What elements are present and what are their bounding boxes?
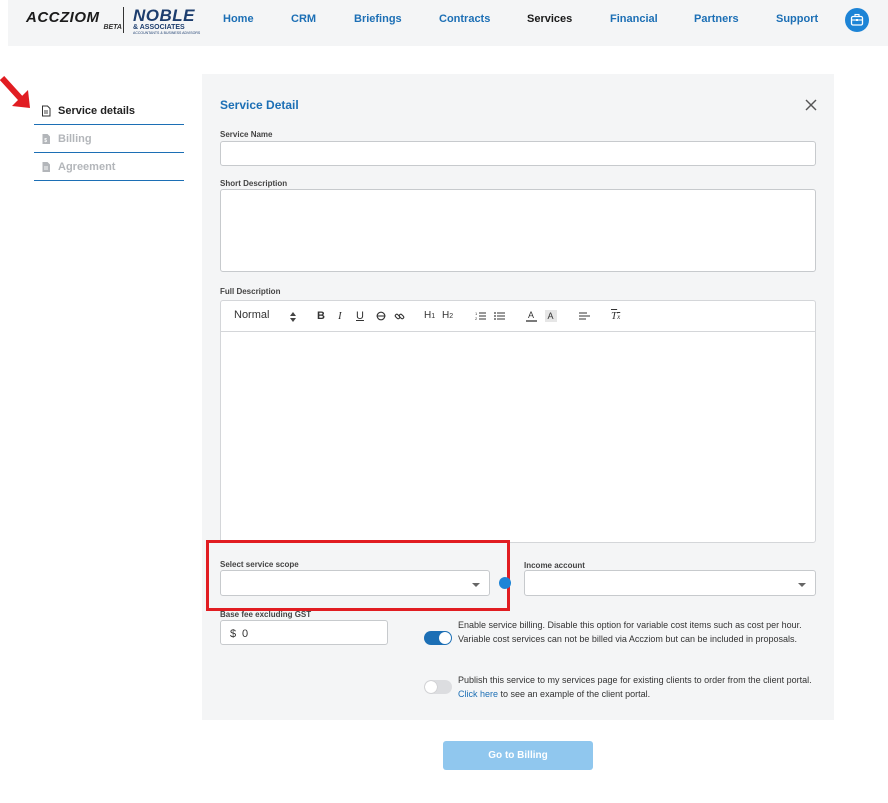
clear-format-button[interactable]: Tx: [611, 310, 620, 322]
step-service-details[interactable]: Service details: [34, 97, 184, 125]
toggle-knob: [425, 681, 437, 693]
nav-contracts[interactable]: Contracts: [439, 13, 490, 25]
currency-prefix: $: [230, 628, 237, 640]
svg-text:A: A: [528, 310, 534, 320]
accziom-logo-text: ACCZIOM: [26, 9, 100, 26]
base-fee-label: Base fee excluding GST: [220, 610, 312, 619]
full-description-label: Full Description: [220, 287, 281, 296]
income-account-label: Income account: [524, 561, 585, 570]
invoice-icon: $: [40, 133, 52, 145]
service-scope-select[interactable]: [220, 570, 490, 596]
style-select-caret-icon: [290, 312, 296, 322]
close-icon[interactable]: [804, 98, 818, 112]
go-to-billing-button[interactable]: Go to Billing: [443, 741, 593, 770]
underline-button[interactable]: U: [356, 310, 364, 322]
nav-support[interactable]: Support: [776, 13, 818, 25]
publish-text-after: to see an example of the client portal.: [500, 688, 651, 699]
billing-toggle-text: Enable service billing. Disable this opt…: [458, 620, 802, 644]
agreement-icon: [40, 161, 52, 173]
billing-toggle[interactable]: [424, 631, 452, 645]
noble-logo-text: NOBLE: [133, 6, 195, 25]
service-detail-card: Service Detail Service Name Short Descri…: [202, 74, 834, 720]
publish-toggle-text: Publish this service to my services page…: [458, 674, 818, 701]
nav-home[interactable]: Home: [223, 13, 254, 25]
account-avatar[interactable]: [845, 8, 869, 32]
full-description-editor[interactable]: [220, 331, 816, 543]
nav-financial[interactable]: Financial: [610, 13, 658, 25]
heading-1-button[interactable]: H1: [424, 310, 435, 321]
accziom-logo[interactable]: ACCZIOM BETA: [26, 9, 122, 31]
chevron-down-icon: [798, 583, 806, 587]
noble-logo-sub: & ASSOCIATES: [133, 24, 185, 31]
noble-logo: NOBLE & ASSOCIATES ACCOUNTANTS & BUSINES…: [133, 7, 213, 35]
bullet-list-icon[interactable]: [494, 311, 505, 321]
short-description-textarea[interactable]: [220, 189, 816, 272]
editor-toolbar: Normal B I U H1 H2 12 A A Tx: [220, 300, 816, 331]
wizard-steps: Service details $ Billing Agreement: [34, 97, 184, 181]
short-description-label: Short Description: [220, 179, 288, 188]
align-icon[interactable]: [579, 311, 590, 321]
italic-button[interactable]: I: [338, 310, 342, 322]
nav-services[interactable]: Services: [527, 13, 572, 25]
base-fee-input[interactable]: $ 0: [220, 620, 388, 645]
page: ACCZIOM BETA NOBLE & ASSOCIATES ACCOUNTA…: [0, 0, 888, 803]
heading-2-button[interactable]: H2: [442, 310, 453, 321]
service-name-input[interactable]: [220, 141, 816, 166]
card-title: Service Detail: [220, 98, 299, 112]
service-scope-label: Select service scope: [220, 560, 299, 569]
service-name-label: Service Name: [220, 130, 273, 139]
toggle-knob: [439, 632, 451, 644]
strikethrough-icon[interactable]: [376, 311, 386, 321]
nav-crm[interactable]: CRM: [291, 13, 316, 25]
step-label: Service details: [58, 104, 136, 117]
logo-divider: [123, 7, 124, 33]
top-nav: ACCZIOM BETA NOBLE & ASSOCIATES ACCOUNTA…: [8, 0, 888, 46]
info-dot-icon: [499, 577, 511, 589]
step-label: Billing: [58, 132, 92, 145]
publish-text-before: Publish this service to my services page…: [458, 675, 812, 685]
link-icon[interactable]: [394, 311, 405, 322]
red-arrow-annotation: [0, 76, 30, 108]
step-agreement[interactable]: Agreement: [34, 153, 184, 181]
ordered-list-icon[interactable]: 12: [475, 311, 486, 321]
svg-text:2: 2: [475, 316, 478, 321]
chevron-down-icon: [472, 583, 480, 587]
svg-text:$: $: [44, 138, 47, 144]
noble-logo-tag: ACCOUNTANTS & BUSINESS ADVISORS: [133, 31, 201, 35]
client-portal-example-link[interactable]: Click here: [458, 689, 498, 699]
bold-button[interactable]: B: [317, 310, 325, 322]
document-icon: [40, 105, 52, 117]
briefcase-icon: [850, 13, 864, 26]
publish-toggle[interactable]: [424, 680, 452, 694]
nav-partners[interactable]: Partners: [694, 13, 739, 25]
nav-briefings[interactable]: Briefings: [354, 13, 402, 25]
text-color-icon[interactable]: A: [526, 310, 537, 322]
background-color-icon[interactable]: A: [545, 310, 557, 322]
svg-text:A: A: [548, 311, 554, 321]
income-account-select[interactable]: [524, 570, 816, 596]
base-fee-value: 0: [242, 628, 249, 640]
step-billing[interactable]: $ Billing: [34, 125, 184, 153]
text-style-select[interactable]: Normal: [234, 309, 269, 321]
beta-badge: BETA: [103, 24, 122, 31]
step-label: Agreement: [58, 160, 116, 173]
